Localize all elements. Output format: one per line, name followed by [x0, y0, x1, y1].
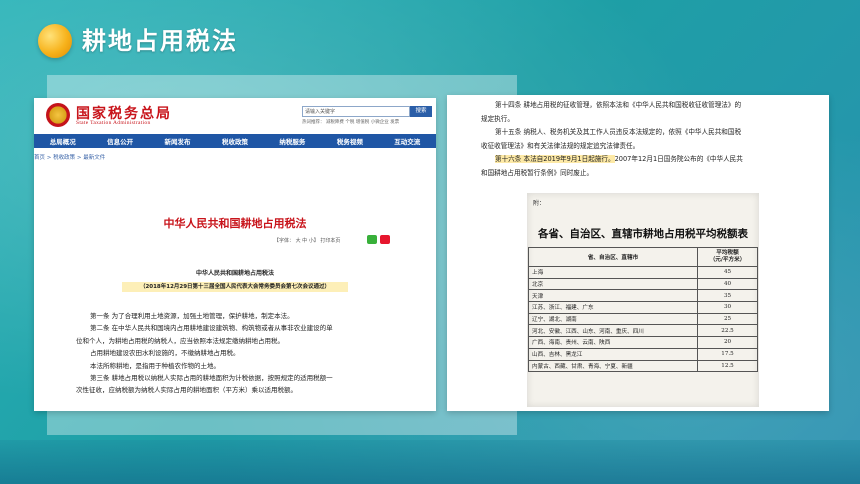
region-cell: 上海 — [528, 266, 698, 279]
slide-bottom-band — [0, 440, 860, 484]
slide-title: 耕地占用税法 — [82, 27, 238, 55]
table-row: 北京 40 — [528, 277, 758, 291]
region-cell: 山西、吉林、黑龙江 — [528, 347, 698, 361]
rate-cell: 40 — [697, 277, 758, 291]
body-line: 收征收管理法》和有关法律法规的规定追究法律责任。 — [481, 141, 640, 150]
website-screenshot-panel: 国家税务总局 State Taxation Administration 请输入… — [34, 98, 436, 411]
region-cell: 辽宁、湖北、湖南 — [528, 312, 698, 326]
national-emblem-icon — [46, 103, 70, 127]
nav-item[interactable]: 纳税服务 — [279, 136, 305, 146]
region-cell: 内蒙古、西藏、甘肃、青海、宁夏、新疆 — [528, 359, 698, 373]
region-cell: 江苏、浙江、福建、广东 — [528, 301, 698, 314]
document-adoption-note: （2018年12月29日第十三届全国人民代表大会常务委员会第七次会议通过） — [122, 282, 348, 292]
region-cell: 天津 — [528, 289, 698, 303]
table-row: 天津 35 — [528, 289, 758, 303]
site-name-en: State Taxation Administration — [76, 120, 151, 126]
highlighted-effective-date: 第十六条 本法自2019年9月1日起施行。 — [495, 155, 615, 164]
table-row: 辽宁、湖北、湖南 25 — [528, 312, 758, 326]
body-line: 占用耕地建设农田水利设施的，不缴纳耕地占用税。 — [90, 349, 240, 358]
body-line: 和国耕地占用税暂行条例》同时废止。 — [481, 168, 594, 177]
table-header-rate: 平均税额 （元/平方米） — [697, 247, 758, 267]
nav-item[interactable]: 互动交流 — [394, 136, 420, 146]
body-line: 第十五条 纳税人、税务机关及其工作人员违反本法规定的，依照《中华人民共和国税 — [495, 128, 742, 137]
region-cell: 北京 — [528, 277, 698, 291]
body-line: 规定执行。 — [481, 114, 514, 123]
nav-item[interactable]: 信息公开 — [107, 136, 133, 146]
body-line: 本法所称耕地，是指用于种植农作物的土地。 — [90, 361, 220, 370]
document-heading: 中华人民共和国耕地占用税法 — [195, 270, 274, 277]
body-line: 次性征收，应纳税额为纳税人实际占用的耕地面积（平方米）乘以适用税额。 — [76, 386, 297, 395]
region-cell: 河北、安徽、江西、山东、河南、重庆、四川 — [528, 324, 698, 338]
nav-item[interactable]: 总局概况 — [50, 136, 76, 146]
table-row: 上海 45 — [528, 266, 758, 279]
rate-cell: 35 — [697, 289, 758, 303]
site-nav: 总局概况 信息公开 新闻发布 税收政策 纳税服务 税务视频 互动交流 — [34, 134, 436, 148]
tax-rate-table: 省、自治区、直辖市 平均税额 （元/平方米） 上海 45 北京 40 天津 35 江苏、浙江… — [528, 247, 758, 373]
body-line: 第一条 为了合理利用土地资源，加强土地管理，保护耕地，制定本法。 — [90, 312, 294, 320]
table-header-region: 省、自治区、直辖市 — [528, 247, 698, 267]
nav-item[interactable]: 新闻发布 — [165, 136, 191, 146]
document-body: 第一条 为了合理利用土地资源，加强土地管理，保护耕地，制定本法。 第二条 在中华… — [76, 310, 408, 397]
rate-cell: 25 — [697, 312, 758, 326]
document-title: 中华人民共和国耕地占用税法 — [163, 217, 307, 230]
rate-cell: 17.5 — [697, 347, 758, 361]
body-line: 第二条 在中华人民共和国境内占用耕地建设建筑物、构筑物或者从事非农业建设的单 — [90, 324, 333, 333]
tax-table-title: 各省、自治区、直辖市耕地占用税平均税额表 — [538, 228, 748, 240]
rate-cell: 45 — [697, 266, 758, 279]
wechat-share-icon[interactable] — [367, 235, 377, 244]
body-line: 第三条 耕地占用税以纳税人实际占用的耕地面积为计税依据，按照规定的适用税额一 — [90, 374, 333, 383]
article-16-rest: 2007年12月1日国务院公布的《中华人民共 — [614, 155, 743, 164]
rate-cell: 22.5 — [697, 324, 758, 338]
hot-words: 热词推荐： 减税降费 个税 增值税 小微企业 发票 — [302, 120, 400, 125]
search-button[interactable]: 搜索 — [410, 106, 432, 117]
site-header: 国家税务总局 State Taxation Administration 请输入… — [34, 98, 436, 132]
nav-item[interactable]: 税务视频 — [337, 136, 363, 146]
rate-cell: 30 — [697, 301, 758, 314]
font-size-tools[interactable]: 【字体： 大 中 小】 打印本页 — [274, 237, 340, 244]
body-line: 位和个人，为耕地占用税的纳税人，应当依照本法规定缴纳耕地占用税。 — [76, 336, 284, 345]
law-text-body: 第十四条 耕地占用税的征收管理，依照本法和《中华人民共和国税收征收管理法》的 规… — [481, 99, 817, 181]
breadcrumb[interactable]: 首页 > 税收政策 > 最新文件 — [34, 153, 105, 161]
table-row: 广西、海南、贵州、云南、陕西 20 — [528, 336, 758, 349]
search-input[interactable]: 请输入关键字 — [302, 106, 410, 117]
title-bullet-icon — [38, 24, 72, 58]
table-row: 山西、吉林、黑龙江 17.5 — [528, 347, 758, 361]
weibo-share-icon[interactable] — [380, 235, 390, 244]
article-16-line: 第十六条 本法自2019年9月1日起施行。2007年12月1日国务院公布的《中华… — [481, 153, 817, 167]
nav-item[interactable]: 税收政策 — [222, 136, 248, 146]
table-row: 内蒙古、西藏、甘肃、青海、宁夏、新疆 12.5 — [528, 359, 758, 373]
rate-cell: 12.5 — [697, 359, 758, 373]
rate-cell: 20 — [697, 336, 758, 349]
table-row: 河北、安徽、江西、山东、河南、重庆、四川 22.5 — [528, 324, 758, 338]
region-cell: 广西、海南、贵州、云南、陕西 — [528, 336, 698, 349]
body-line: 第十四条 耕地占用税的征收管理，依照本法和《中华人民共和国税收征收管理法》的 — [495, 101, 742, 109]
law-text-panel: 第十四条 耕地占用税的征收管理，依照本法和《中华人民共和国税收征收管理法》的 规… — [447, 95, 829, 411]
appendix-label: 附： — [533, 200, 546, 207]
table-row: 江苏、浙江、福建、广东 30 — [528, 301, 758, 314]
table-header-rate-text: 平均税额 （元/平方米） — [709, 250, 746, 263]
